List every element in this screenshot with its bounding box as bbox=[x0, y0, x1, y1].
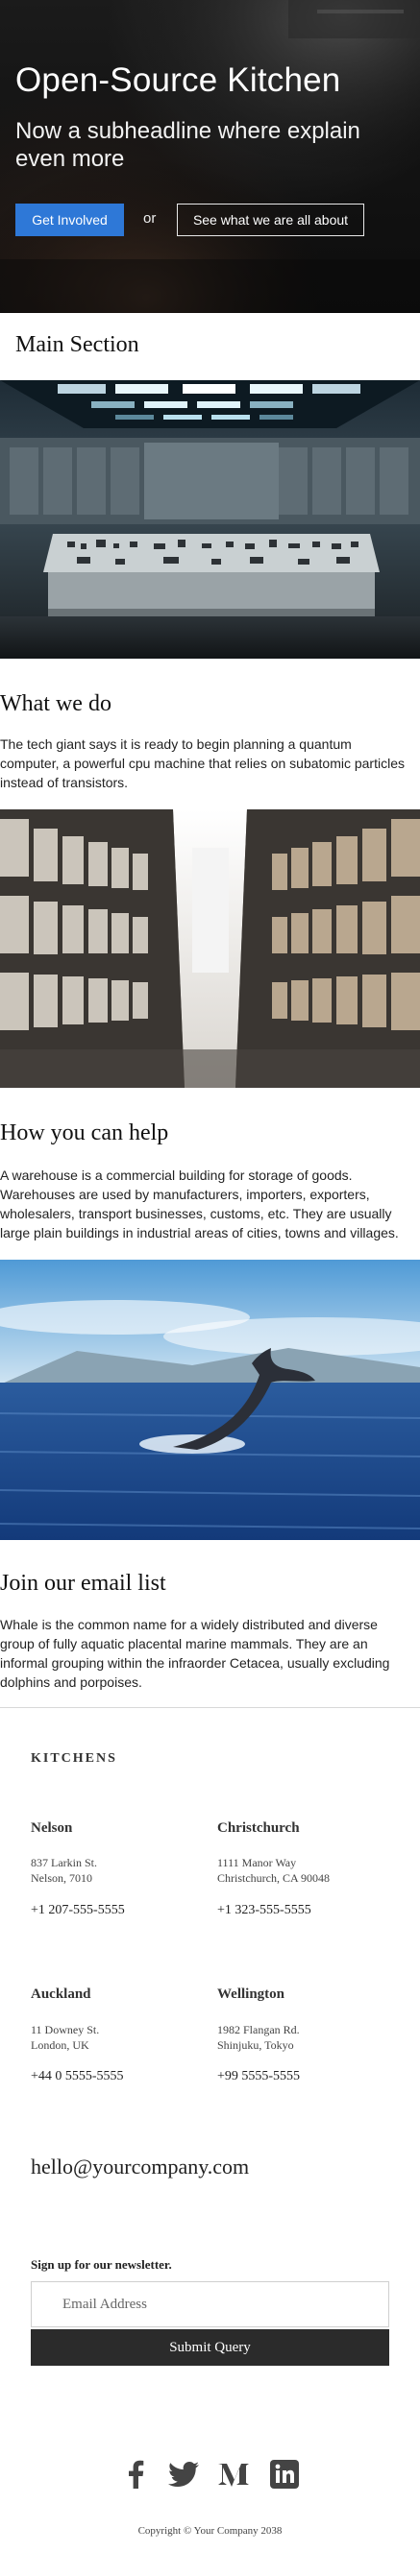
submit-query-button[interactable]: Submit Query bbox=[31, 2329, 389, 2366]
location-address-line2: London, UK bbox=[31, 2038, 89, 2052]
or-text: or bbox=[143, 210, 157, 227]
hero-title: Open-Source Kitchen bbox=[15, 61, 341, 99]
get-involved-button[interactable]: Get Involved bbox=[15, 204, 124, 236]
how-you-can-help-title: How you can help bbox=[0, 1120, 169, 1145]
location-city: Nelson bbox=[31, 1820, 73, 1836]
footer-brand: KITCHENS bbox=[31, 1751, 117, 1766]
contact-email-link[interactable]: hello@yourcompany.com bbox=[31, 2155, 249, 2179]
newsletter-email-input[interactable] bbox=[31, 2281, 389, 2327]
twitter-icon[interactable] bbox=[167, 2460, 200, 2489]
location-phone[interactable]: +99 5555-5555 bbox=[217, 2069, 300, 2084]
location-address-line1: 837 Larkin St. bbox=[31, 1856, 97, 1869]
location-phone[interactable]: +44 0 5555-5555 bbox=[31, 2069, 124, 2084]
archive-shelves-image bbox=[0, 809, 420, 1088]
location-address-line2: Christchurch, CA 90048 bbox=[217, 1871, 330, 1885]
email-list-title: Join our email list bbox=[0, 1571, 166, 1596]
copyright-text: Copyright © Your Company 2038 bbox=[137, 2525, 283, 2537]
location-city: Wellington bbox=[217, 1986, 285, 2002]
see-about-button[interactable]: See what we are all about bbox=[177, 204, 364, 236]
linkedin-icon[interactable] bbox=[268, 2460, 301, 2489]
newsletter-label: Sign up for our newsletter. bbox=[31, 2257, 172, 2272]
location-city: Auckland bbox=[31, 1986, 91, 2002]
main-section-title: Main Section bbox=[15, 332, 139, 357]
location-phone[interactable]: +1 207-555-5555 bbox=[31, 1903, 125, 1918]
what-we-do-text: The tech giant says it is ready to begin… bbox=[0, 736, 405, 790]
location-city: Christchurch bbox=[217, 1820, 300, 1836]
what-we-do-title: What we do bbox=[0, 691, 111, 716]
location-phone[interactable]: +1 323-555-5555 bbox=[217, 1903, 311, 1918]
hero-section: Open-Source Kitchen Now a subheadline wh… bbox=[0, 0, 420, 313]
how-you-can-help-text: A warehouse is a commercial building for… bbox=[0, 1168, 399, 1240]
location-address-line2: Shinjuku, Tokyo bbox=[217, 2038, 294, 2052]
location-address-line1: 11 Downey St. bbox=[31, 2023, 100, 2036]
location-address-line1: 1111 Manor Way bbox=[217, 1856, 297, 1869]
email-list-text: Whale is the common name for a widely di… bbox=[0, 1617, 390, 1690]
medium-icon[interactable] bbox=[217, 2460, 250, 2489]
hero-subheadline: Now a subheadline where explain even mor… bbox=[15, 118, 360, 172]
control-room-image bbox=[0, 380, 420, 659]
footer-divider bbox=[0, 1707, 420, 1708]
location-address-line1: 1982 Flangan Rd. bbox=[217, 2023, 300, 2036]
facebook-icon[interactable] bbox=[119, 2460, 152, 2489]
whale-image bbox=[0, 1260, 420, 1540]
location-address-line2: Nelson, 7010 bbox=[31, 1871, 92, 1885]
